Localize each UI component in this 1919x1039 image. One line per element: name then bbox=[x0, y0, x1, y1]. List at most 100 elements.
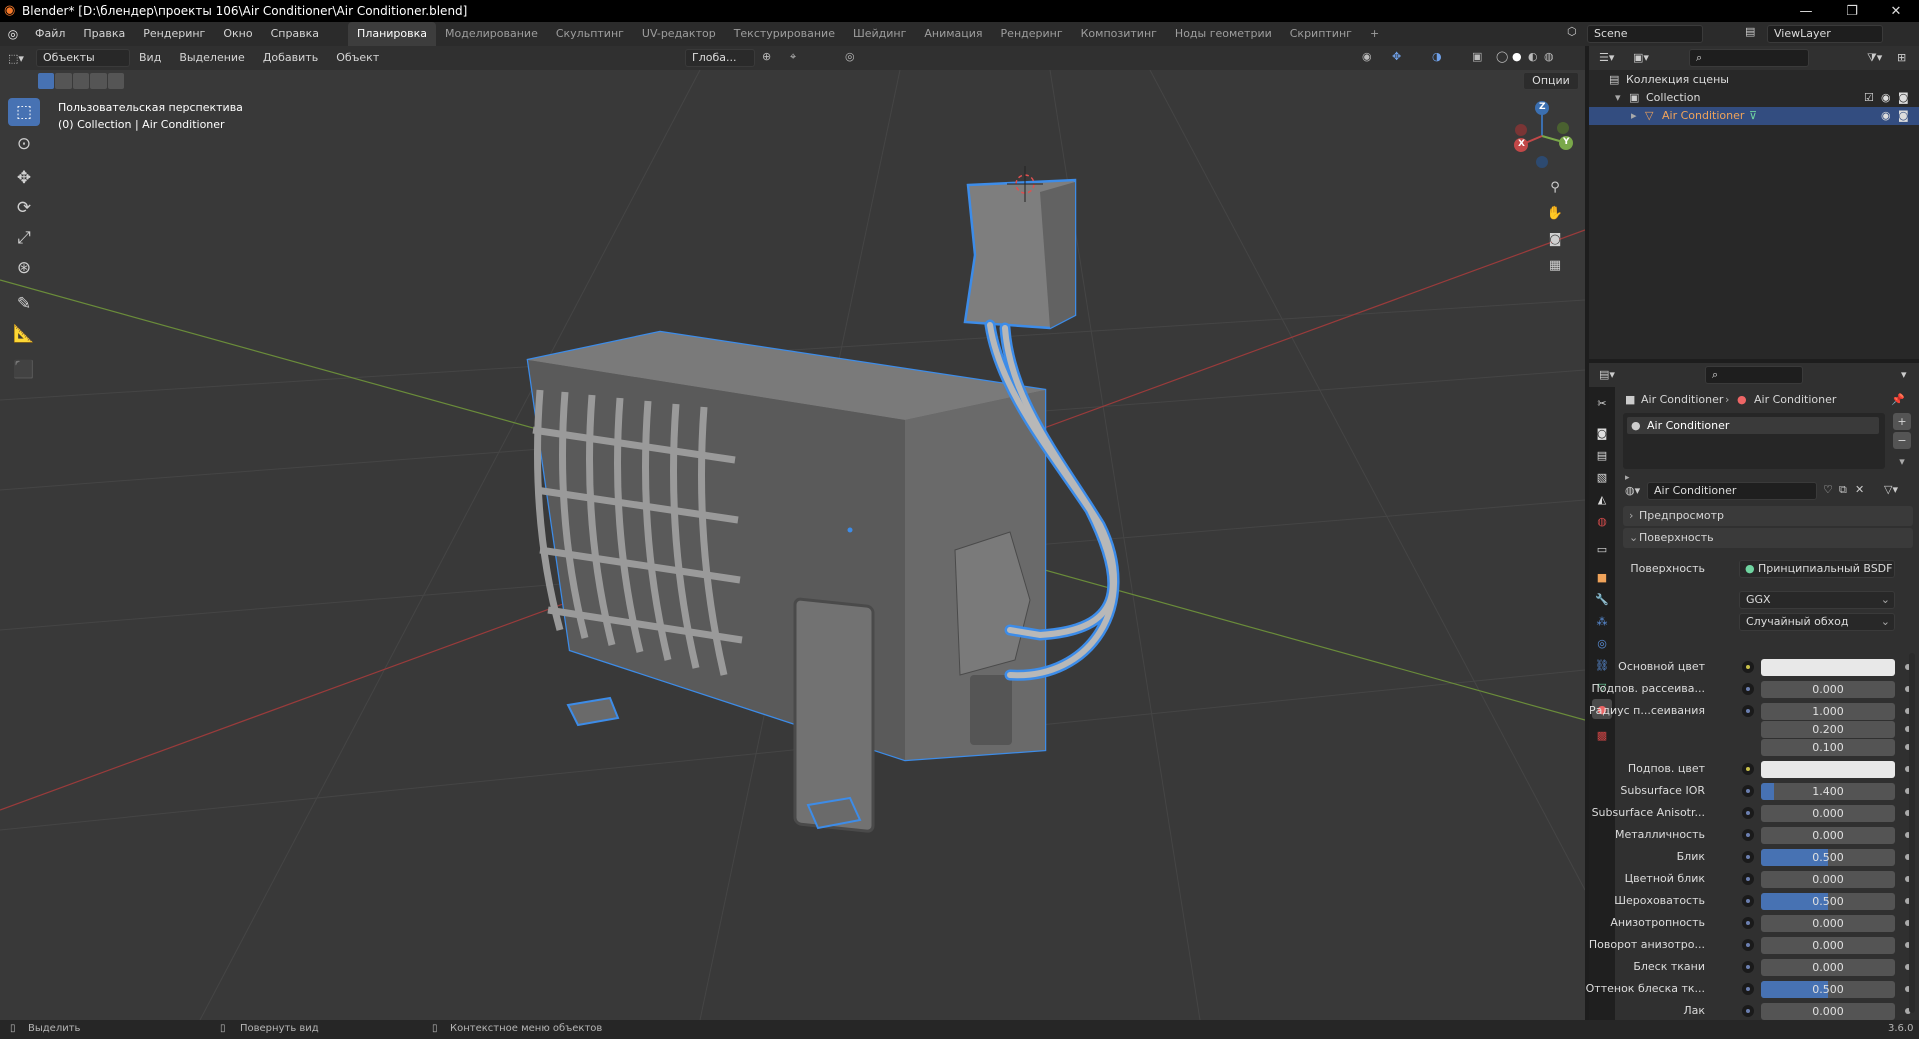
value-slider[interactable]: 0.000 bbox=[1761, 871, 1895, 888]
transform-orientation[interactable]: Глоба... bbox=[685, 49, 755, 67]
solid-shading-icon[interactable]: ● bbox=[1512, 50, 1522, 63]
camera-render-icon[interactable]: ◙ bbox=[1898, 107, 1909, 125]
proportional-icon[interactable]: ◎ bbox=[845, 50, 855, 63]
select-box-tool[interactable]: ⬚ bbox=[8, 98, 40, 126]
pan-button[interactable]: ✋ bbox=[1543, 201, 1567, 225]
value-slider[interactable]: 0.000 bbox=[1761, 915, 1895, 932]
value-slider[interactable]: 0.000 bbox=[1761, 827, 1895, 844]
properties-scrollbar[interactable] bbox=[1909, 653, 1915, 1013]
add-cube-tool[interactable]: ⬛ bbox=[8, 356, 40, 384]
wireframe-shading-icon[interactable]: ◯ bbox=[1496, 50, 1508, 63]
eye-icon[interactable]: ◉ bbox=[1881, 89, 1891, 107]
outliner-row-collection[interactable]: ▾ ▣ Collection ☑ ◉ ◙ bbox=[1589, 89, 1919, 107]
select-subtract-button[interactable] bbox=[72, 73, 90, 89]
3d-viewport[interactable]: Z Y X Опции Пользовательская перспектива… bbox=[0, 70, 1585, 1020]
socket-link-icon[interactable] bbox=[1742, 807, 1754, 819]
mode-selector[interactable]: Объекты bbox=[36, 49, 130, 67]
socket-link-icon[interactable] bbox=[1742, 895, 1754, 907]
maximize-button[interactable]: ❐ bbox=[1829, 0, 1875, 22]
zoom-button[interactable]: ⚲ bbox=[1543, 175, 1567, 199]
tab-compositing[interactable]: Композитинг bbox=[1072, 22, 1166, 46]
socket-link-icon[interactable] bbox=[1742, 829, 1754, 841]
select-invert-button[interactable] bbox=[90, 73, 107, 89]
options-dropdown[interactable]: Опции bbox=[1523, 72, 1579, 90]
tab-shading[interactable]: Шейдинг bbox=[844, 22, 915, 46]
select-intersect-button[interactable] bbox=[107, 73, 125, 89]
measure-tool[interactable]: 📐 bbox=[8, 320, 40, 348]
tab-layout[interactable]: Планировка bbox=[348, 22, 437, 46]
display-mode-icon[interactable]: ▣▾ bbox=[1633, 51, 1649, 64]
scale-tool[interactable]: ⤢ bbox=[8, 224, 40, 252]
pivot-icon[interactable]: ⊕ bbox=[762, 50, 771, 63]
select-new-button[interactable] bbox=[38, 73, 55, 89]
tab-uv-editing[interactable]: UV-редактор bbox=[633, 22, 725, 46]
filter-icon[interactable]: ⧩▾ bbox=[1867, 51, 1882, 65]
value-slider[interactable]: 0.200 bbox=[1761, 721, 1895, 738]
xray-icon[interactable]: ▣ bbox=[1472, 50, 1482, 63]
select-extend-button[interactable] bbox=[55, 73, 72, 89]
menu-add[interactable]: Добавить bbox=[254, 46, 327, 70]
value-slider[interactable]: 0.000 bbox=[1761, 959, 1895, 976]
snap-icon[interactable]: ⌖ bbox=[790, 50, 796, 64]
value-slider[interactable]: 1.400 bbox=[1761, 783, 1895, 800]
close-button[interactable]: ✕ bbox=[1873, 0, 1919, 22]
tab-texture-paint[interactable]: Текстурирование bbox=[725, 22, 844, 46]
value-slider[interactable]: 0.500 bbox=[1761, 849, 1895, 866]
value-slider[interactable]: 0.000 bbox=[1761, 805, 1895, 822]
outliner-search-input[interactable]: ⌕ bbox=[1689, 49, 1809, 67]
menu-select[interactable]: Выделение bbox=[170, 46, 254, 70]
move-tool[interactable]: ✥ bbox=[8, 164, 40, 192]
value-slider[interactable]: 0.500 bbox=[1761, 981, 1895, 998]
outliner-row-scene-collection[interactable]: ▤ Коллекция сцены bbox=[1589, 71, 1919, 89]
socket-link-icon[interactable] bbox=[1742, 661, 1754, 673]
eye-icon[interactable]: ◉ bbox=[1881, 107, 1891, 125]
color-swatch[interactable] bbox=[1761, 761, 1895, 778]
add-workspace-button[interactable]: + bbox=[1361, 22, 1388, 46]
menu-file[interactable]: Файл bbox=[26, 22, 74, 46]
socket-link-icon[interactable] bbox=[1742, 785, 1754, 797]
menu-edit[interactable]: Правка bbox=[74, 22, 134, 46]
outliner-editor-type-icon[interactable]: ☰▾ bbox=[1599, 51, 1614, 64]
tab-sculpting[interactable]: Скульптинг bbox=[547, 22, 633, 46]
tab-rendering[interactable]: Рендеринг bbox=[992, 22, 1072, 46]
annotate-tool[interactable]: ✎ bbox=[8, 290, 40, 318]
menu-help[interactable]: Справка bbox=[262, 22, 328, 46]
value-slider[interactable]: 0.500 bbox=[1761, 893, 1895, 910]
socket-link-icon[interactable] bbox=[1742, 705, 1754, 717]
socket-link-icon[interactable] bbox=[1742, 851, 1754, 863]
socket-link-icon[interactable] bbox=[1742, 683, 1754, 695]
air-conditioner-model[interactable] bbox=[526, 178, 1120, 833]
menu-object[interactable]: Объект bbox=[327, 46, 388, 70]
socket-link-icon[interactable] bbox=[1742, 983, 1754, 995]
color-swatch[interactable] bbox=[1761, 659, 1895, 676]
rotate-tool[interactable]: ⟳ bbox=[8, 194, 40, 222]
tab-geometry-nodes[interactable]: Ноды геометрии bbox=[1166, 22, 1281, 46]
socket-link-icon[interactable] bbox=[1742, 961, 1754, 973]
editor-type-icon[interactable]: ⬚▾ bbox=[0, 52, 32, 65]
camera-view-button[interactable]: ◙ bbox=[1543, 227, 1567, 251]
menu-render[interactable]: Рендеринг bbox=[134, 22, 214, 46]
value-slider[interactable]: 0.100 bbox=[1761, 739, 1895, 756]
cursor-tool[interactable]: ⊙ bbox=[8, 130, 40, 158]
camera-render-icon[interactable]: ◙ bbox=[1898, 89, 1909, 107]
outliner-row-air-conditioner[interactable]: ▸ ▽ Air Conditioner ⊽ ◉ ◙ bbox=[1589, 107, 1919, 125]
menu-view[interactable]: Вид bbox=[130, 46, 170, 70]
tab-modeling[interactable]: Моделирование bbox=[436, 22, 547, 46]
ortho-toggle-button[interactable]: ▦ bbox=[1543, 253, 1567, 277]
visibility-icon[interactable]: ◉ bbox=[1362, 50, 1372, 63]
minimize-button[interactable]: — bbox=[1783, 0, 1829, 22]
value-slider[interactable]: 0.000 bbox=[1761, 681, 1895, 698]
overlay-toggle-icon[interactable]: ◑ bbox=[1432, 50, 1442, 63]
value-slider[interactable]: 0.000 bbox=[1761, 1003, 1895, 1020]
scene-selector[interactable]: Scene bbox=[1587, 25, 1703, 43]
viewlayer-selector[interactable]: ViewLayer bbox=[1767, 25, 1883, 43]
tab-scripting[interactable]: Скриптинг bbox=[1281, 22, 1361, 46]
value-slider[interactable]: 0.000 bbox=[1761, 937, 1895, 954]
socket-link-icon[interactable] bbox=[1742, 1005, 1754, 1017]
socket-link-icon[interactable] bbox=[1742, 763, 1754, 775]
gizmo-toggle-icon[interactable]: ✥ bbox=[1392, 50, 1401, 63]
socket-link-icon[interactable] bbox=[1742, 873, 1754, 885]
tab-animation[interactable]: Анимация bbox=[915, 22, 991, 46]
new-collection-icon[interactable]: ⊞ bbox=[1897, 51, 1906, 64]
menu-window[interactable]: Окно bbox=[214, 22, 261, 46]
